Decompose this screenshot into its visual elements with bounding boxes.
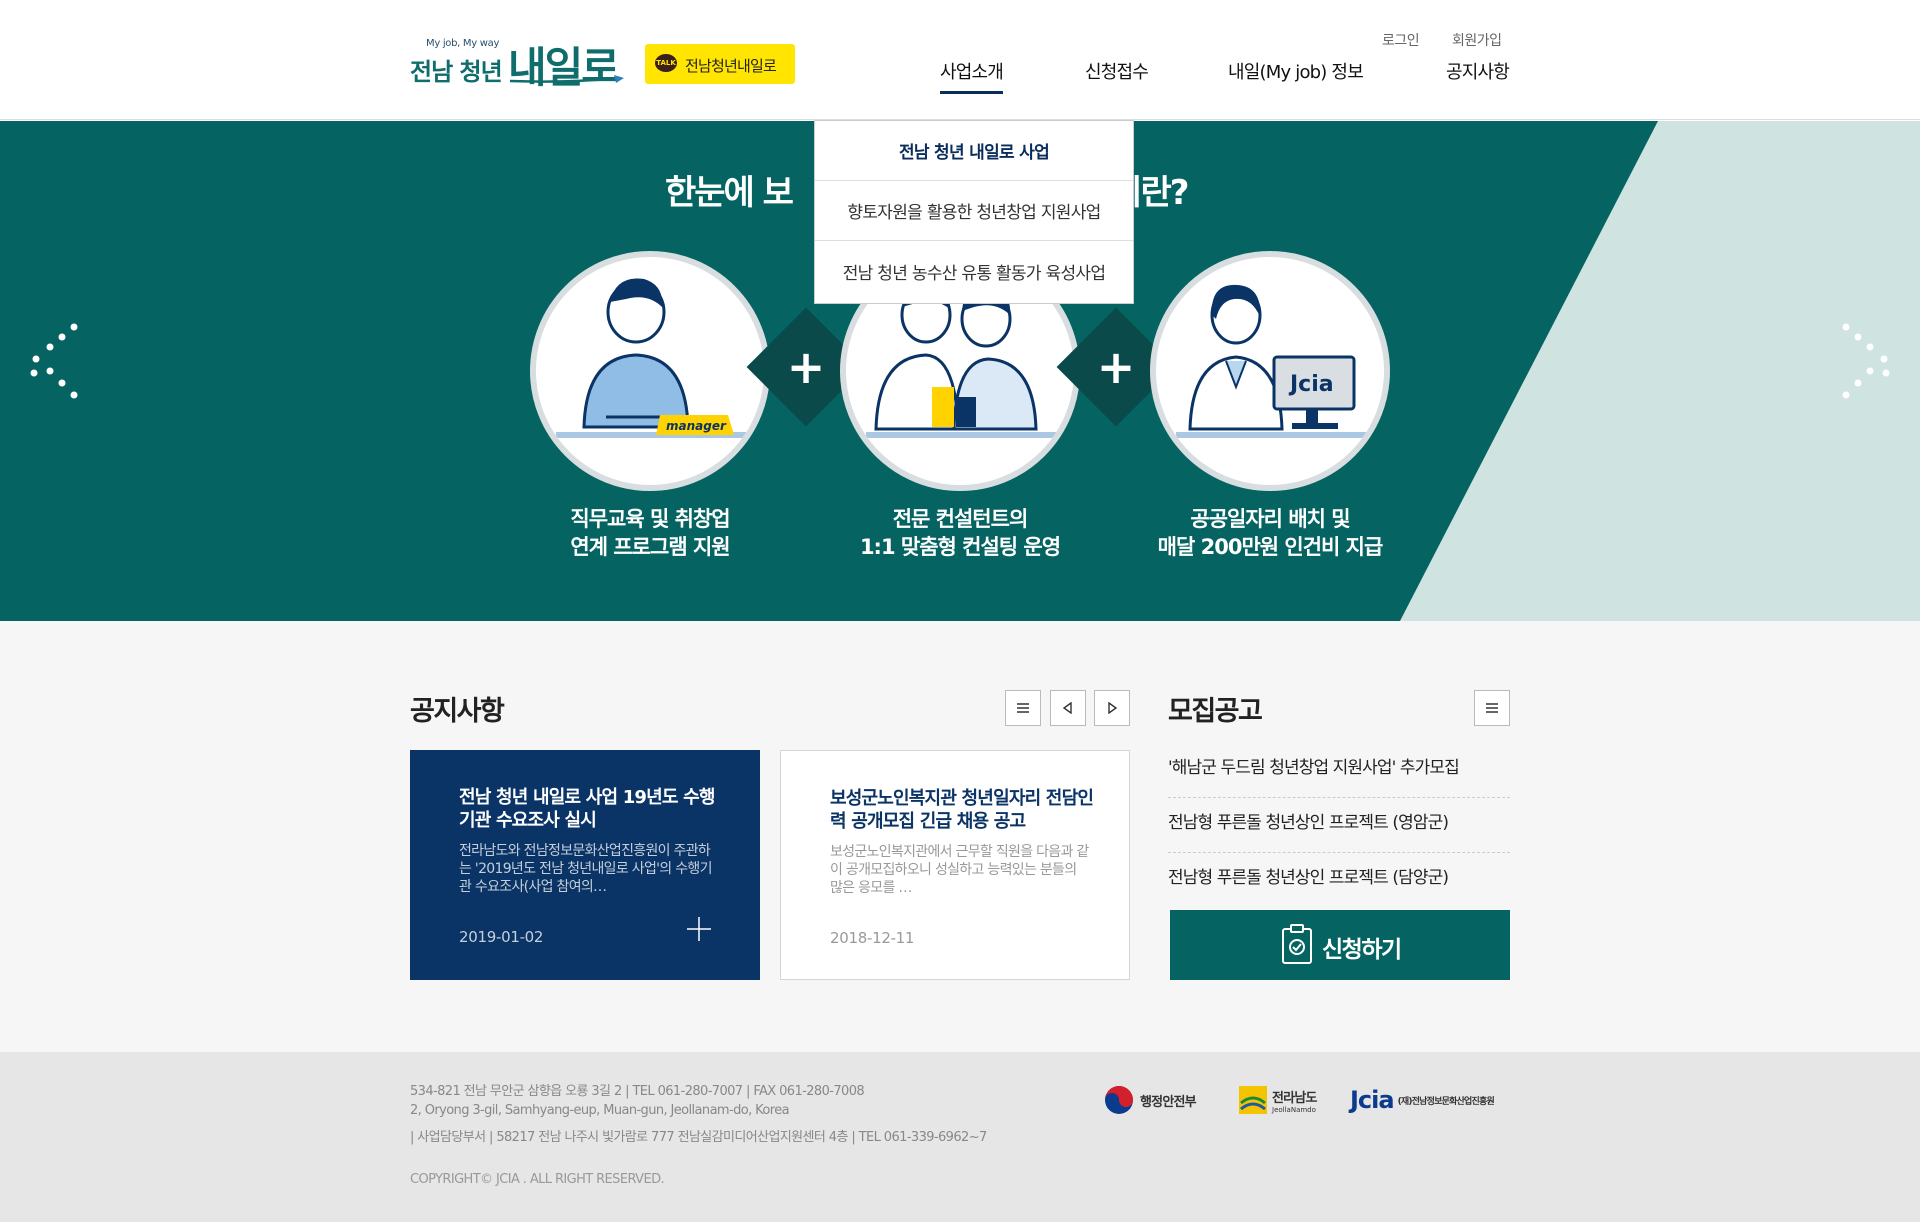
plus-icon-1: + [786, 340, 826, 394]
caption-1-line-2: 연계 프로그램 지원 [570, 535, 730, 559]
dropdown-item-jeonnam-youth[interactable]: 전남 청년 내일로 사업 [815, 121, 1133, 181]
triangle-left-icon [1062, 702, 1072, 714]
jeonnam-emblem-icon [1239, 1086, 1267, 1114]
site-header: My job, My way 전남 청년 내일로 TALK 전남청년내일로 로그… [0, 0, 1920, 120]
footer-copyright: COPYRIGHT© JCIA . ALL RIGHT RESERVED. [410, 1172, 665, 1187]
recruit-list-button[interactable] [1474, 690, 1510, 726]
main-content: 공지사항 전남 청년 내일로 사업 19년도 수행기관 수요조사 실시 전라남도… [0, 621, 1920, 1052]
notice-prev-button[interactable] [1050, 690, 1086, 726]
site-logo[interactable]: My job, My way 전남 청년 내일로 [410, 34, 630, 92]
jcia-badge-text: Jcia [1288, 372, 1334, 397]
notice-section-title: 공지사항 [410, 696, 505, 727]
dropdown-item-agri-distribution[interactable]: 전남 청년 농수산 유통 활동가 육성사업 [815, 241, 1133, 301]
logo-swoosh-icon [509, 75, 624, 83]
logo-text-small: 전남 청년 [410, 58, 503, 86]
caption-1-line-1: 직무교육 및 취창업 [570, 507, 730, 531]
banner-caption-1: 직무교육 및 취창업 연계 프로그램 지원 [520, 505, 780, 561]
caption-3-line-2: 매달 200만원 인건비 지급 [1157, 535, 1384, 559]
notice-card-title: 전남 청년 내일로 사업 19년도 수행기관 수요조사 실시 [459, 787, 715, 831]
recruit-list-item[interactable]: 전남형 푸른돌 청년상인 프로젝트 (담양군) [1168, 853, 1510, 908]
banner-caption-2: 전문 컨설턴트의 1:1 맞춤형 컨설팅 운영 [830, 505, 1090, 561]
banner-caption-3: 공공일자리 배치 및 매달 200만원 인건비 지급 [1140, 505, 1400, 561]
jcia-logo-text: (재)전남정보문화산업진흥원 [1397, 1096, 1495, 1107]
notice-card[interactable]: 전남 청년 내일로 사업 19년도 수행기관 수요조사 실시 전라남도와 전남정… [410, 750, 760, 980]
recruit-section-title: 모집공고 [1168, 696, 1263, 727]
jeonnam-logo-text: 전라남도 [1272, 1090, 1317, 1106]
menu-list-icon [1486, 703, 1498, 713]
caption-3-line-1: 공공일자리 배치 및 [1190, 507, 1350, 531]
footer-address-en: 2, Oryong 3-gil, Samhyang-eup, Muan-gun,… [410, 1103, 790, 1118]
menu-list-icon [1017, 703, 1029, 713]
kakao-channel-label: 전남청년내일로 [685, 57, 777, 75]
notice-card-desc: 전라남도와 전남정보문화산업진흥원이 주관하는 '2019년도 전남 청년내일로… [459, 843, 712, 895]
notice-card-date: 2018-12-11 [830, 929, 915, 947]
illustration-public-job: Jcia [1150, 251, 1390, 491]
nav-dropdown-business: 전남 청년 내일로 사업 향토자원을 활용한 청년창업 지원사업 전남 청년 농… [814, 120, 1134, 304]
dropdown-item-local-startup[interactable]: 향토자원을 활용한 청년창업 지원사업 [815, 181, 1133, 241]
manager-badge-text: manager [666, 419, 727, 433]
plus-more-icon[interactable] [686, 916, 712, 942]
nav-item-application[interactable]: 신청접수 [1085, 58, 1149, 84]
banner-headline-left: 한눈에 보 [665, 173, 794, 213]
recruit-list-item[interactable]: 전남형 푸른돌 청년상인 프로젝트 (영암군) [1168, 798, 1510, 853]
mois-logo[interactable]: 행정안전부 [1104, 1082, 1197, 1118]
site-footer: 534-821 전남 무안군 삼향읍 오룡 3길 2 | TEL 061-280… [0, 1052, 1920, 1222]
notice-card[interactable]: 보성군노인복지관 청년일자리 전담인력 공개모집 긴급 채용 공고 보성군노인복… [780, 750, 1130, 980]
recruit-list-item[interactable]: '해남군 두드림 청년창업 지원사업' 추가모집 [1168, 743, 1510, 798]
nav-item-myjob-info[interactable]: 내일(My job) 정보 [1228, 58, 1364, 84]
kakao-talk-icon: TALK [655, 54, 677, 72]
nav-item-business-intro[interactable]: 사업소개 [940, 58, 1004, 94]
jeonnam-logo-en: JeollaNamdo [1272, 1105, 1316, 1114]
jeonnam-logo[interactable]: 전라남도 JeollaNamdo [1238, 1082, 1317, 1118]
jcia-logo[interactable]: Jcia (재)전남정보문화산업진흥원 [1350, 1082, 1495, 1118]
caption-2-line-2: 1:1 맞춤형 컨설팅 운영 [859, 535, 1061, 559]
caption-2-line-1: 전문 컨설턴트의 [892, 507, 1029, 531]
footer-address: 534-821 전남 무안군 삼향읍 오룡 3길 2 | TEL 061-280… [410, 1084, 865, 1099]
illustration-education: manager [530, 251, 770, 491]
plus-icon-2: + [1096, 340, 1136, 394]
notice-list-button[interactable] [1005, 690, 1041, 726]
notice-card-title: 보성군노인복지관 청년일자리 전담인력 공개모집 긴급 채용 공고 [830, 788, 1094, 832]
jcia-logo-mark: Jcia [1350, 1086, 1395, 1114]
mois-logo-text: 행정안전부 [1140, 1094, 1197, 1110]
logo-text-big: 내일로 [508, 43, 620, 92]
triangle-right-icon [1108, 702, 1118, 714]
logo-tagline: My job, My way [426, 38, 500, 49]
kakao-channel-button[interactable]: TALK 전남청년내일로 [645, 44, 795, 84]
office-worker-icon: Jcia [1176, 284, 1376, 438]
banner-prev-arrow-icon[interactable] [24, 321, 84, 421]
notice-next-button[interactable] [1094, 690, 1130, 726]
apply-button-label: 신청하기 [1322, 937, 1402, 963]
apply-button[interactable]: 신청하기 [1170, 910, 1510, 980]
banner-next-arrow-icon[interactable] [1836, 321, 1896, 421]
signup-link[interactable]: 회원가입 [1452, 30, 1502, 50]
notice-card-date: 2019-01-02 [459, 928, 544, 946]
login-link[interactable]: 로그인 [1382, 30, 1420, 50]
person-manager-icon: manager [556, 278, 756, 438]
notice-card-desc: 보성군노인복지관에서 근무할 직원을 다음과 같이 공개모집하오니 성실하고 능… [830, 844, 1089, 896]
taegeuk-icon [1105, 1086, 1133, 1114]
nav-item-notice[interactable]: 공지사항 [1446, 58, 1510, 84]
footer-department: | 사업담당부서 | 58217 전남 나주시 빛가람로 777 전남실감미디어… [410, 1130, 987, 1145]
clipboard-check-icon [1282, 924, 1312, 964]
